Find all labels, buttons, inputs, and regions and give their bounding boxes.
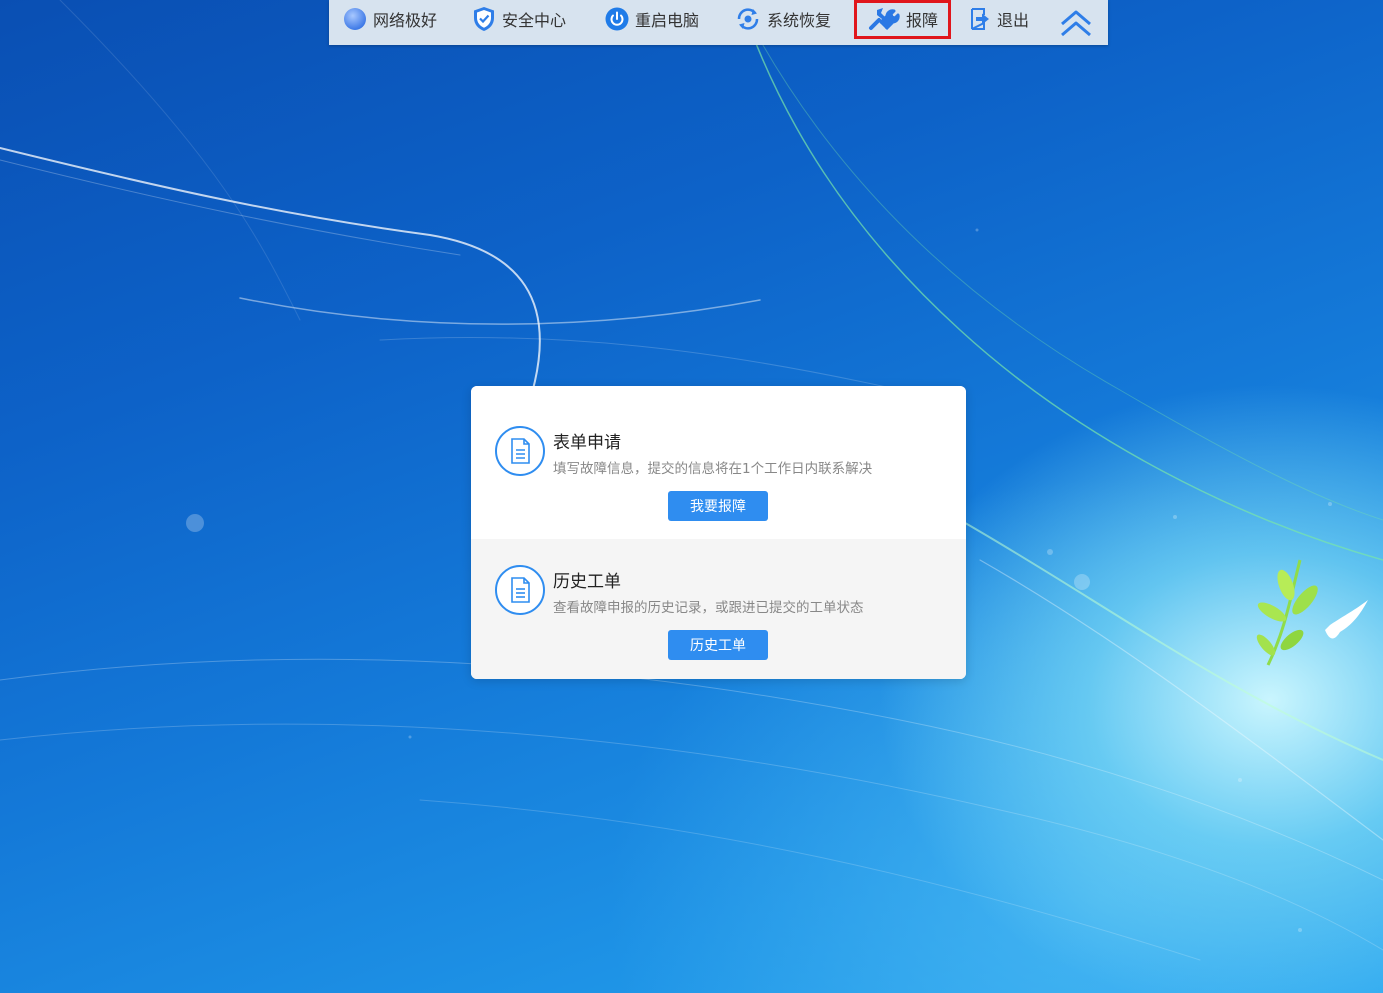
toolbar-network-status[interactable]: 网络极好 [343, 0, 437, 38]
toolbar-exit[interactable]: 退出 [969, 0, 1029, 38]
history-tickets-button[interactable]: 历史工单 [668, 630, 768, 660]
form-section-title: 表单申请 [553, 433, 621, 453]
history-tickets-section: 历史工单 查看故障申报的历史记录，或跟进已提交的工单状态 历史工单 [471, 539, 966, 679]
document-icon [494, 564, 546, 616]
restore-icon [735, 6, 761, 32]
toolbar-label-exit: 退出 [997, 11, 1030, 30]
highlight-box [854, 0, 951, 39]
toolbar-label-restart: 重启电脑 [635, 11, 700, 30]
form-application-section: 表单申请 填写故障信息，提交的信息将在1个工作日内联系解决 我要报障 [471, 386, 966, 539]
toolbar-restart[interactable]: 重启电脑 [605, 0, 699, 38]
report-fault-button[interactable]: 我要报障 [668, 491, 768, 521]
document-icon [494, 425, 546, 477]
report-fault-dialog: 表单申请 填写故障信息，提交的信息将在1个工作日内联系解决 我要报障 历史工单 … [471, 386, 966, 679]
toolbar-label-security: 安全中心 [502, 11, 567, 30]
exit-icon [969, 7, 991, 31]
history-section-title: 历史工单 [553, 572, 621, 592]
top-toolbar: 网络极好 安全中心 重启电脑 系统恢复 报障 退出 [329, 0, 1108, 45]
history-section-description: 查看故障申报的历史记录，或跟进已提交的工单状态 [553, 600, 864, 616]
shield-icon [472, 6, 496, 32]
toolbar-label-network: 网络极好 [373, 11, 438, 30]
toolbar-system-restore[interactable]: 系统恢复 [735, 0, 831, 38]
toolbar-collapse-button[interactable] [1059, 4, 1093, 42]
power-icon [605, 7, 629, 31]
toolbar-label-restore: 系统恢复 [767, 11, 832, 30]
toolbar-security-center[interactable]: 安全中心 [472, 0, 566, 38]
double-chevron-up-icon [1059, 8, 1093, 38]
form-section-description: 填写故障信息，提交的信息将在1个工作日内联系解决 [553, 461, 873, 477]
network-status-icon [343, 7, 367, 31]
